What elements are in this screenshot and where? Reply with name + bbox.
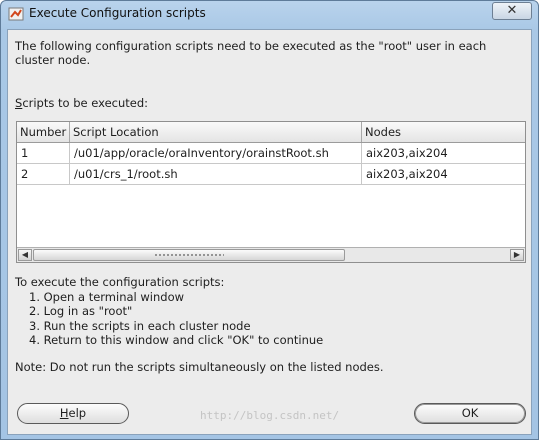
- table-row[interactable]: 1 /u01/app/oracle/oraInventory/orainstRo…: [17, 143, 525, 164]
- scripts-label-text: cripts to be executed:: [22, 96, 149, 110]
- intro-text: The following configuration scripts need…: [15, 39, 487, 67]
- arrow-right-icon: ▶: [513, 250, 521, 259]
- scroll-right-button[interactable]: ▶: [510, 249, 524, 261]
- close-icon[interactable]: ✕: [507, 3, 518, 18]
- cell-nodes: aix203,aix204: [366, 167, 448, 181]
- scripts-table[interactable]: Number Script Location Nodes 1 /u01/app/…: [16, 121, 526, 263]
- instruction-step: 4. Return to this window and click "OK" …: [29, 333, 324, 347]
- scroll-thumb[interactable]: [33, 249, 345, 261]
- scripts-label: Scripts to be executed:: [15, 96, 148, 110]
- instruction-step: 2. Log in as "root": [29, 304, 133, 318]
- ok-button[interactable]: OK: [414, 403, 526, 424]
- help-button[interactable]: Help: [17, 403, 129, 424]
- dialog-content: The following configuration scripts need…: [7, 29, 532, 435]
- instructions: To execute the configuration scripts: 1.…: [15, 275, 323, 348]
- cell-script-location: /u01/app/oracle/oraInventory/orainstRoot…: [70, 143, 362, 163]
- column-header-script-location[interactable]: Script Location: [70, 122, 362, 142]
- dialog-window: Execute Configuration scripts ✕ The foll…: [0, 0, 539, 440]
- table-header: Number Script Location Nodes: [17, 122, 525, 143]
- cell-script-location: /u01/crs_1/root.sh: [70, 164, 362, 184]
- watermark: http://blog.csdn.net/: [200, 409, 340, 422]
- table-row[interactable]: 2 /u01/crs_1/root.sh aix203,aix204: [17, 164, 525, 185]
- note-text: Note: Do not run the scripts simultaneou…: [15, 360, 384, 374]
- instructions-heading: To execute the configuration scripts:: [15, 275, 225, 289]
- cell-number: 1: [17, 143, 70, 163]
- horizontal-scrollbar[interactable]: ◀ ▶: [17, 247, 525, 262]
- cell-nodes: aix203,aix204: [366, 146, 448, 160]
- arrow-left-icon: ◀: [21, 250, 29, 259]
- help-button-mnemonic[interactable]: H: [60, 406, 69, 420]
- help-button-label[interactable]: elp: [69, 406, 87, 420]
- cell-number: 2: [17, 164, 70, 184]
- grip-icon: [154, 253, 224, 258]
- instruction-steps: 1. Open a terminal window 2. Log in as "…: [29, 290, 323, 348]
- window-title: Execute Configuration scripts: [29, 6, 206, 20]
- column-header-nodes[interactable]: Nodes: [362, 122, 525, 142]
- instruction-step: 3. Run the scripts in each cluster node: [29, 318, 251, 333]
- scroll-left-button[interactable]: ◀: [18, 249, 32, 261]
- column-header-number[interactable]: Number: [17, 122, 70, 142]
- app-icon: [8, 7, 24, 21]
- instruction-step: 1. Open a terminal window: [29, 289, 185, 304]
- title-bar[interactable]: Execute Configuration scripts ✕: [1, 1, 538, 27]
- close-button[interactable]: ✕: [492, 2, 532, 20]
